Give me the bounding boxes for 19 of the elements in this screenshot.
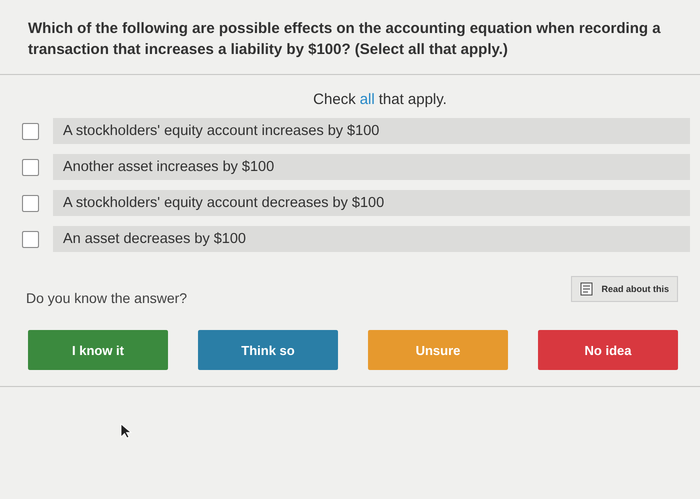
read-about-button[interactable]: Read about this [571,276,678,302]
question-text: Which of the following are possible effects on the accounting equation when recording a transaction that increases a liability by $100? (Select all that apply.) [27,19,662,60]
confidence-button[interactable]: I know it [28,330,168,370]
checkbox[interactable] [22,122,39,140]
instruction-emphasis: all [360,91,375,108]
checkbox[interactable] [22,194,39,212]
answer-option[interactable]: An asset decreases by $100 [53,226,690,252]
answer-option[interactable]: A stockholders' equity account increases by $100 [53,118,690,144]
checkbox[interactable] [22,230,39,248]
document-icon [580,282,594,296]
answer-option[interactable]: A stockholders' equity account decreases by $100 [53,190,690,216]
confidence-button[interactable]: Think so [198,330,338,370]
confidence-button[interactable]: No idea [538,330,678,370]
prompt-text: Do you know the answer? [26,290,188,306]
instruction-text: that apply. [378,91,447,108]
answer-option[interactable]: Another asset increases by $100 [53,154,690,180]
cursor-icon [120,423,132,439]
instruction-text: Check [313,91,356,108]
checkbox[interactable] [22,158,39,176]
